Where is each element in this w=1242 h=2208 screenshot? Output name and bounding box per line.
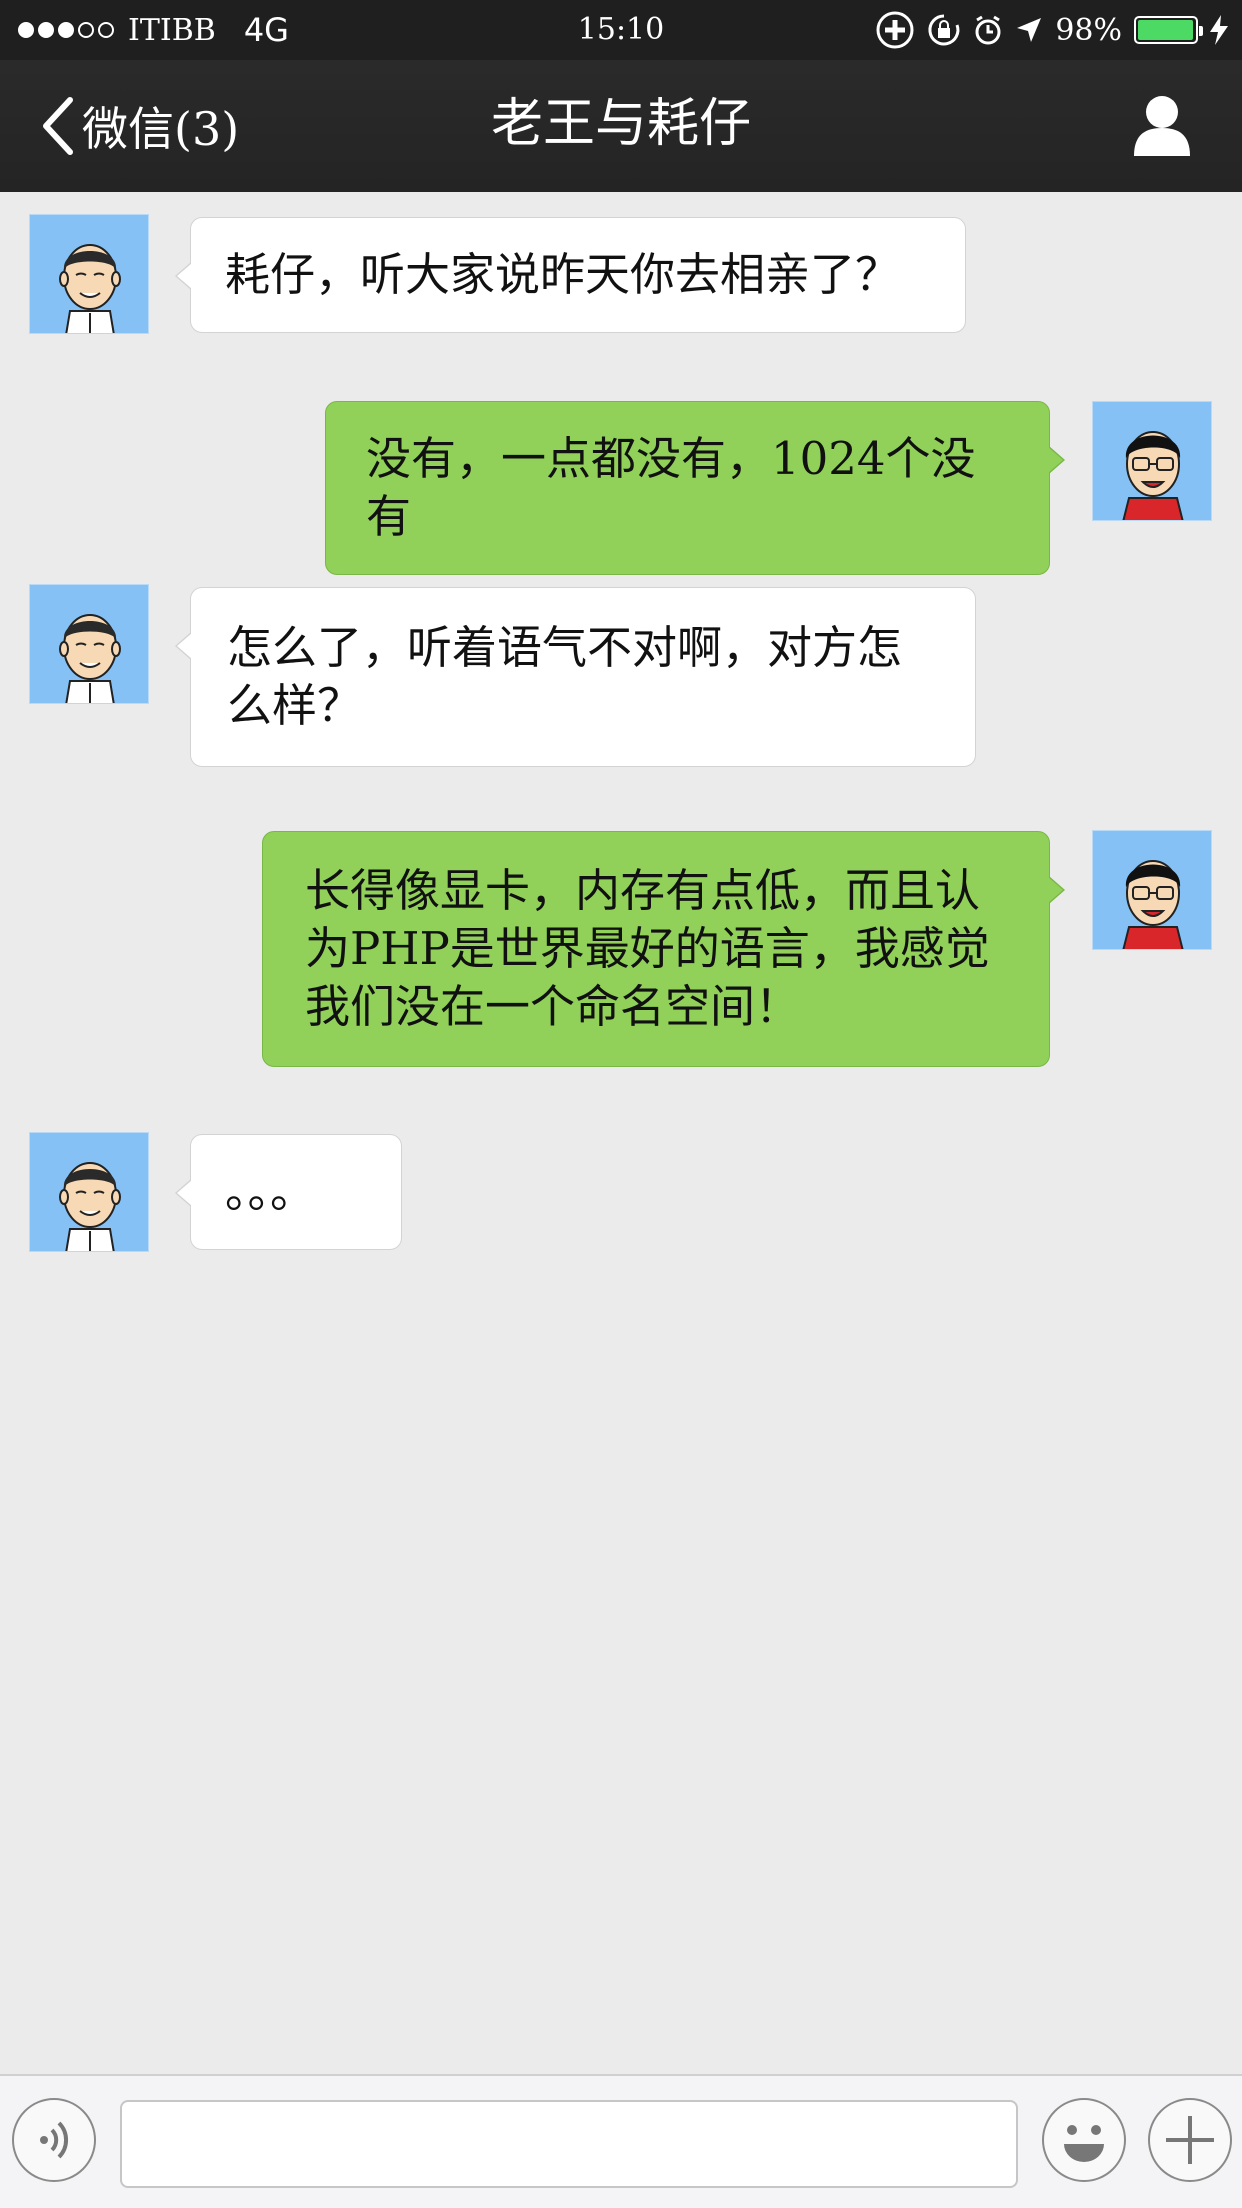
plus-icon — [1166, 2116, 1214, 2164]
message-bubble-incoming[interactable]: 怎么了，听着语气不对啊，对方怎么样？ — [175, 587, 976, 767]
message-bubble-outgoing[interactable]: 没有，一点都没有，1024个没有 — [325, 401, 1065, 575]
message-bubble-outgoing[interactable]: 长得像显卡，内存有点低，而且认为PHP是世界最好的语言，我感觉我们没在一个命名空… — [262, 831, 1065, 1067]
battery-icon — [1134, 16, 1203, 44]
message-text: 长得像显卡，内存有点低，而且认为PHP是世界最好的语言，我感觉我们没在一个命名空… — [305, 864, 990, 1033]
status-bar: ITIBB 4G 15:10 98% — [0, 0, 1242, 60]
status-icons: 98% — [875, 0, 1228, 60]
avatar-haozai[interactable] — [1092, 830, 1212, 950]
input-bar — [0, 2074, 1242, 2208]
avatar-laowang[interactable] — [29, 584, 149, 704]
message-text: 。。。 — [225, 1165, 316, 1218]
message-bubble-incoming[interactable]: 耗仔，听大家说昨天你去相亲了？ — [175, 217, 966, 333]
haozai-avatar-icon — [1093, 831, 1211, 949]
charging-bolt-icon — [1210, 15, 1228, 45]
laowang-avatar-icon — [30, 1133, 148, 1251]
avatar-haozai[interactable] — [1092, 401, 1212, 521]
message-input[interactable] — [120, 2100, 1018, 2188]
rotation-lock-icon — [928, 14, 960, 46]
location-arrow-icon — [1017, 18, 1042, 42]
avatar-laowang[interactable] — [29, 1132, 149, 1252]
message-bubble-incoming[interactable]: 。。。 — [175, 1134, 402, 1250]
avatar-laowang[interactable] — [29, 214, 149, 334]
more-button[interactable] — [1148, 2098, 1232, 2182]
message-text: 耗仔，听大家说昨天你去相亲了？ — [225, 248, 901, 301]
message-text: 怎么了，听着语气不对啊，对方怎么样？ — [227, 621, 903, 732]
battery-percent: 98% — [1055, 12, 1122, 48]
person-icon[interactable] — [1132, 94, 1192, 156]
battery-level — [1138, 20, 1193, 40]
haozai-avatar-icon — [1093, 402, 1211, 520]
laowang-avatar-icon — [30, 585, 148, 703]
accessibility-icon — [876, 11, 914, 49]
message-text: 没有，一点都没有，1024个没有 — [366, 432, 976, 543]
alarm-icon — [975, 15, 1001, 45]
emoji-button[interactable] — [1042, 2098, 1126, 2182]
chat-title: 老王与耗仔 — [490, 94, 751, 154]
voice-button[interactable] — [12, 2098, 96, 2182]
laowang-avatar-icon — [30, 215, 148, 333]
voice-icon — [40, 2121, 69, 2159]
emoji-icon — [1064, 2125, 1104, 2162]
navigation-bar: 微信(3) 老王与耗仔 — [0, 60, 1242, 192]
